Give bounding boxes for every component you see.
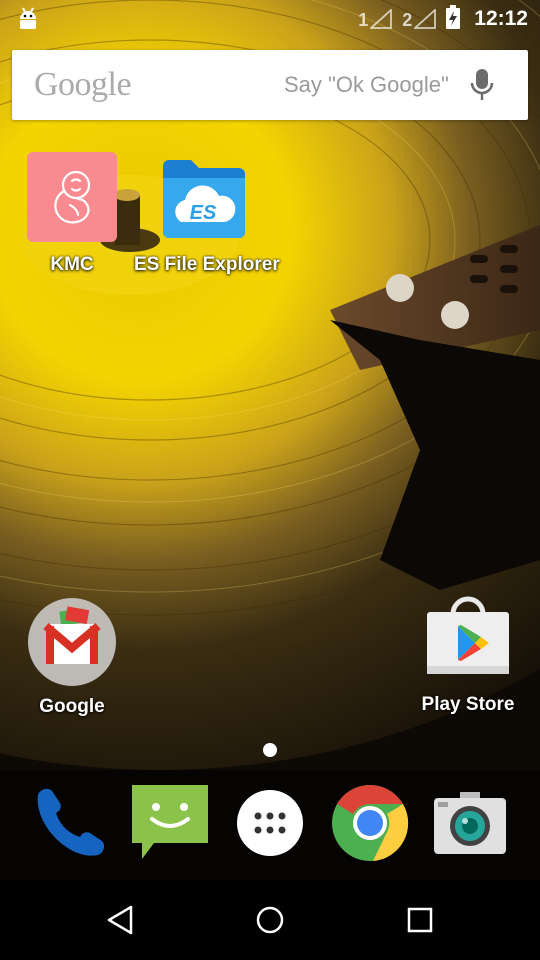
signal-2-icon: 2 — [402, 9, 437, 30]
dock-chrome[interactable] — [330, 784, 410, 867]
status-bar: 1 2 12:12 — [0, 0, 540, 38]
app-play-store[interactable]: Play Store — [398, 596, 538, 716]
android-icon — [18, 6, 38, 37]
recents-button[interactable] — [390, 900, 450, 944]
google-logo: Google — [34, 66, 132, 103]
dock-messaging[interactable] — [130, 783, 210, 868]
es-folder-icon: ES — [159, 152, 249, 242]
app-label: KMC — [50, 254, 94, 275]
mic-icon[interactable] — [470, 68, 494, 107]
page-indicator — [263, 743, 277, 757]
back-button[interactable] — [90, 900, 150, 944]
app-label: Play Store — [421, 694, 515, 715]
app-es-file-explorer[interactable]: ES ES File Explorer — [134, 152, 280, 276]
dock-camera[interactable] — [430, 785, 510, 865]
sim2-label: 2 — [402, 10, 413, 30]
google-search-bar[interactable]: Google Say "Ok Google" — [12, 50, 528, 120]
recents-icon — [406, 906, 434, 939]
chrome-icon — [331, 784, 409, 867]
app-kmc[interactable]: KMC — [2, 152, 142, 276]
back-icon — [106, 905, 134, 940]
navigation-bar — [0, 880, 540, 960]
phone-icon — [30, 783, 110, 868]
clock: 12:12 — [474, 7, 528, 30]
dock-phone[interactable] — [30, 785, 110, 865]
message-icon — [130, 783, 210, 868]
gmail-folder-icon — [26, 596, 118, 688]
app-label: ES File Explorer — [134, 254, 280, 275]
dock-all-apps[interactable] — [230, 785, 310, 865]
home-icon — [255, 905, 285, 940]
search-hint: Say "Ok Google" — [284, 72, 449, 97]
app-drawer-icon — [235, 788, 305, 863]
play-store-icon — [423, 596, 513, 686]
camera-icon — [430, 788, 510, 863]
home-button[interactable] — [240, 900, 300, 944]
battery-charging-icon — [446, 4, 461, 34]
folder-google[interactable]: Google — [2, 596, 142, 718]
svg-text:ES: ES — [190, 202, 217, 224]
sim1-label: 1 — [358, 10, 369, 30]
app-label: Google — [39, 696, 105, 717]
signal-1-icon: 1 — [358, 9, 393, 30]
fetus-icon — [27, 152, 117, 242]
